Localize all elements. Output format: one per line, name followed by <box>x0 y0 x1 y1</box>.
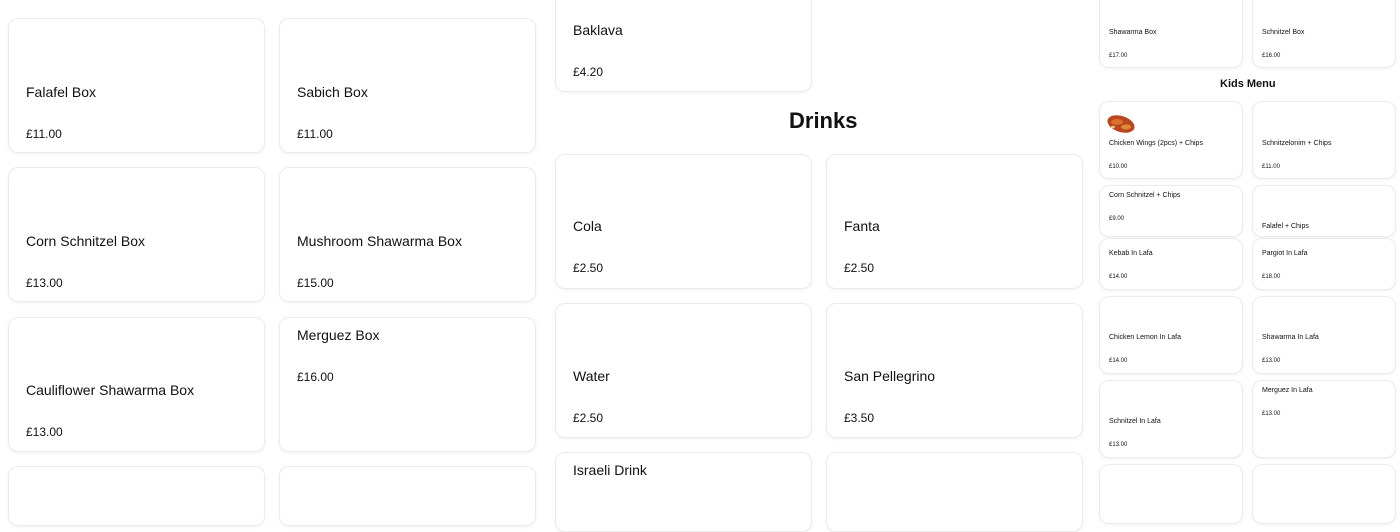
item-name: Pargiot In Lafa <box>1262 250 1308 257</box>
item-price: £16.00 <box>1262 53 1281 59</box>
menu-item-card[interactable]: Fanta £2.50 <box>826 154 1083 289</box>
menu-item-card[interactable]: Sabich Box £11.00 <box>279 18 536 153</box>
item-price: £13.00 <box>26 276 63 290</box>
item-price: £2.50 <box>573 261 604 275</box>
menu-item-card[interactable]: Chicken Wings (2pcs) + Chips £10.00 <box>1099 101 1243 179</box>
menu-item-card[interactable] <box>279 466 536 526</box>
item-price: £13.00 <box>1262 358 1281 364</box>
item-name: Mushroom Shawarma Box <box>297 233 462 249</box>
item-price: £13.00 <box>1109 442 1128 448</box>
item-name: Corn Schnitzel + Chips <box>1109 192 1181 199</box>
item-price: £13.00 <box>26 425 63 439</box>
item-name: Corn Schnitzel Box <box>26 233 146 249</box>
menu-item-card[interactable]: Israeli Drink <box>555 452 812 532</box>
menu-item-card[interactable] <box>1099 464 1243 524</box>
item-price: £18.00 <box>1262 274 1281 280</box>
item-price: £3.50 <box>844 411 875 425</box>
item-name: Schnitzel Box <box>1262 29 1305 36</box>
menu-item-card[interactable]: Cola £2.50 <box>555 154 812 289</box>
item-price: £15.00 <box>297 276 334 290</box>
menu-item-card[interactable]: Cauliflower Shawarma Box £13.00 <box>8 317 265 452</box>
item-name: Falafel Box <box>26 84 97 100</box>
item-name: Sabich Box <box>297 84 368 100</box>
item-name: Fanta <box>844 218 880 234</box>
menu-item-card[interactable]: Baklava £4.20 <box>555 0 812 92</box>
menu-item-card[interactable]: Falafel + Chips <box>1252 185 1396 237</box>
item-price: £4.20 <box>573 65 604 79</box>
item-name: Shawarma In Lafa <box>1262 334 1319 341</box>
item-name: Cauliflower Shawarma Box <box>26 382 195 398</box>
item-name: Cola <box>573 218 602 234</box>
menu-item-card[interactable]: Chicken Lemon In Lafa £14.00 <box>1099 296 1243 374</box>
section-heading-drinks: Drinks <box>789 108 858 133</box>
item-price: £2.50 <box>844 261 875 275</box>
item-name: Schnitzelonim + Chips <box>1262 140 1332 147</box>
menu-item-card[interactable]: Pargiot In Lafa £18.00 <box>1252 238 1396 290</box>
item-price: £16.00 <box>297 370 334 384</box>
item-price: £10.00 <box>1109 164 1128 170</box>
item-name: Schnitzel In Lafa <box>1109 418 1161 425</box>
menu-item-card[interactable]: Schnitzelonim + Chips £11.00 <box>1252 101 1396 179</box>
menu-item-card[interactable]: Corn Schnitzel + Chips £9.00 <box>1099 185 1243 237</box>
item-price: £11.00 <box>297 127 333 141</box>
item-name: Shawarma Box <box>1109 29 1157 36</box>
chicken-wings-image <box>1107 115 1135 133</box>
menu-item-card[interactable] <box>1252 464 1396 524</box>
item-name: Chicken Wings (2pcs) + Chips <box>1109 140 1203 147</box>
item-price: £14.00 <box>1109 274 1128 280</box>
menu-item-card[interactable]: Schnitzel Box £16.00 <box>1252 0 1396 68</box>
menu-item-card[interactable] <box>8 466 265 526</box>
item-price: £17.00 <box>1109 53 1128 59</box>
menu-item-card[interactable]: Water £2.50 <box>555 303 812 438</box>
item-price: £11.00 <box>1262 164 1280 170</box>
item-name: Israeli Drink <box>573 462 647 478</box>
menu-item-card[interactable]: Mushroom Shawarma Box £15.00 <box>279 167 536 302</box>
menu-item-card[interactable]: Corn Schnitzel Box £13.00 <box>8 167 265 302</box>
item-name: Merguez Box <box>297 327 380 343</box>
item-price: £13.00 <box>1262 411 1281 417</box>
menu-item-card[interactable]: Shawarma Box £17.00 <box>1099 0 1243 68</box>
item-price: £9.00 <box>1109 216 1125 222</box>
item-price: £2.50 <box>573 411 604 425</box>
menu-item-card[interactable]: Shawarma In Lafa £13.00 <box>1252 296 1396 374</box>
item-name: Chicken Lemon In Lafa <box>1109 334 1181 341</box>
item-price: £14.00 <box>1109 358 1128 364</box>
menu-item-card[interactable]: Schnitzel In Lafa £13.00 <box>1099 380 1243 458</box>
item-name: Falafel + Chips <box>1262 223 1309 230</box>
menu-item-card[interactable]: Falafel Box £11.00 <box>8 18 265 153</box>
item-name: Baklava <box>573 22 623 38</box>
item-name: Merguez In Lafa <box>1262 387 1313 394</box>
item-price: £11.00 <box>26 127 62 141</box>
menu-item-card[interactable] <box>826 452 1083 532</box>
menu-item-card[interactable]: San Pellegrino £3.50 <box>826 303 1083 438</box>
menu-item-card[interactable]: Kebab In Lafa £14.00 <box>1099 238 1243 290</box>
item-name: Kebab In Lafa <box>1109 250 1153 257</box>
item-name: San Pellegrino <box>844 368 936 384</box>
menu-item-card[interactable]: Merguez In Lafa £13.00 <box>1252 380 1396 458</box>
item-name: Water <box>573 368 610 384</box>
section-heading-kids-menu: Kids Menu <box>1220 78 1276 90</box>
menu-item-card[interactable]: Merguez Box £16.00 <box>279 317 536 452</box>
